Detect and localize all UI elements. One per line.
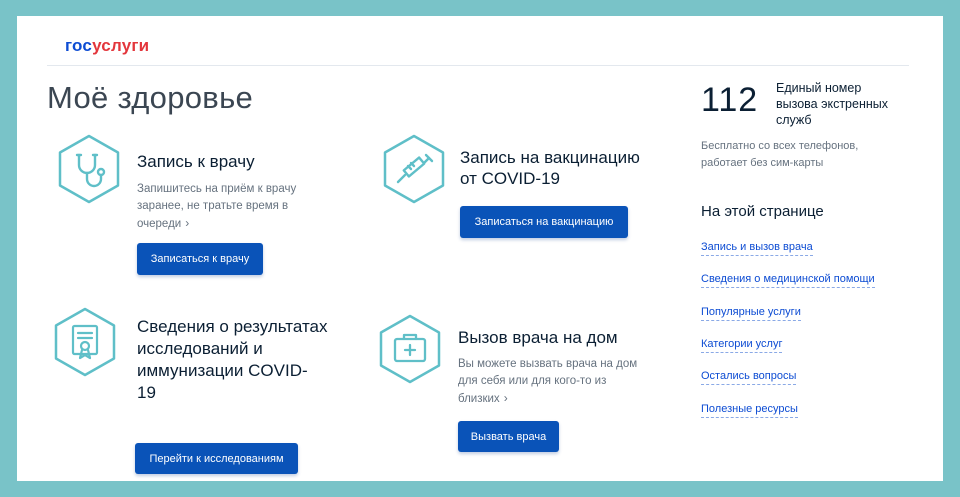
go-to-research-button[interactable]: Перейти к исследованиям xyxy=(135,443,298,474)
call-doctor-button[interactable]: Вызвать врача xyxy=(458,421,559,452)
toc-link-popular-services[interactable]: Популярные услуги xyxy=(701,305,801,321)
title-line: иммунизации COVID- xyxy=(137,361,308,380)
medkit-icon xyxy=(376,313,444,385)
book-doctor-button[interactable]: Записаться к врачу xyxy=(137,243,263,275)
toc-link-medical-info[interactable]: Сведения о медицинской помощи xyxy=(701,272,875,288)
desc-line: очереди › xyxy=(137,215,337,233)
toc-link-resources[interactable]: Полезные ресурсы xyxy=(701,402,798,418)
book-vaccination-button[interactable]: Записаться на вакцинацию xyxy=(460,206,628,238)
logo-part-gos: гос xyxy=(65,36,93,55)
note-line: Бесплатно со всех телефонов, xyxy=(701,140,859,152)
card-research-results: Сведения о результатах исследований и им… xyxy=(51,306,362,474)
card-description[interactable]: Запишитесь на приём к врачу заранее, не … xyxy=(137,181,337,233)
desc-line-text: близких xyxy=(458,393,500,405)
gosuslugi-logo[interactable]: госуслуги xyxy=(65,36,149,56)
desc-line: для себя или для кого-то из xyxy=(458,375,607,387)
title-line: от COVID-19 xyxy=(460,169,560,188)
label-line: вызова экстренных xyxy=(776,97,888,111)
title-line: Сведения о результатах xyxy=(137,317,328,336)
card-vaccination: Запись на вакцинацию от COVID-19 Записат… xyxy=(380,133,680,283)
toc-link-appointments[interactable]: Запись и вызов врача xyxy=(701,240,813,256)
stethoscope-icon xyxy=(55,133,123,205)
desc-line: Вы можете вызвать врача на дом xyxy=(458,358,638,370)
card-doctor-appointment: Запись к врачу Запишитесь на приём к вра… xyxy=(55,133,355,283)
toc-link-service-categories[interactable]: Категории услуг xyxy=(701,337,783,353)
title-line: исследований и xyxy=(137,339,263,358)
header-divider xyxy=(47,65,909,66)
desc-line: близких › xyxy=(458,390,668,408)
emergency-number: 112 xyxy=(701,81,759,119)
emergency-note: Бесплатно со всех телефонов, работает бе… xyxy=(701,138,901,172)
desc-line: заранее, не тратьте время в xyxy=(137,200,289,212)
card-title: Запись к врачу xyxy=(137,152,255,171)
page-title: Моё здоровье xyxy=(47,80,254,115)
certificate-icon xyxy=(51,306,119,378)
page-frame: госуслуги Моё здоровье Запись к врачу За… xyxy=(17,16,943,481)
note-line: работает без сим-карты xyxy=(701,157,824,169)
card-title: Сведения о результатах исследований и им… xyxy=(137,316,362,404)
card-title: Вызов врача на дом xyxy=(458,328,618,347)
emergency-label: Единый номер вызова экстренных служб xyxy=(776,80,916,128)
card-description[interactable]: Вы можете вызвать врача на дом для себя … xyxy=(458,356,668,408)
desc-line: Запишитесь на приём к врачу xyxy=(137,183,297,195)
title-line: Запись на вакцинацию xyxy=(460,148,640,167)
toc-link-questions[interactable]: Остались вопросы xyxy=(701,369,797,385)
title-line: 19 xyxy=(137,383,156,402)
syringe-icon xyxy=(380,133,448,205)
chevron-right-icon: › xyxy=(503,391,508,405)
card-title: Запись на вакцинацию от COVID-19 xyxy=(460,147,680,189)
card-home-doctor: Вызов врача на дом Вы можете вызвать вра… xyxy=(376,313,676,473)
label-line: Единый номер xyxy=(776,81,862,95)
label-line: служб xyxy=(776,113,812,127)
desc-line-text: очереди xyxy=(137,218,182,230)
chevron-right-icon: › xyxy=(185,216,190,230)
toc-title: На этой странице xyxy=(701,203,824,220)
logo-part-uslugi: услуги xyxy=(92,36,150,55)
